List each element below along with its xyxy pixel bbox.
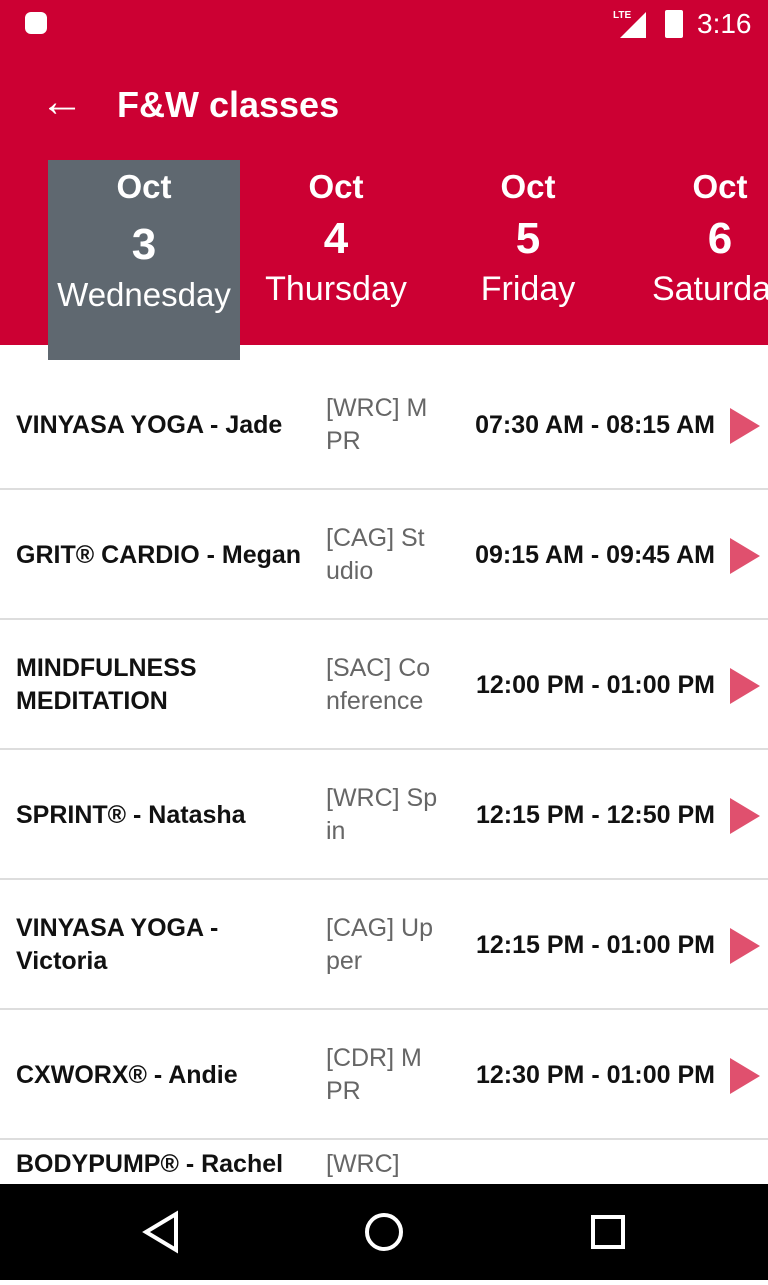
- tab-weekday: Friday: [480, 270, 576, 308]
- tab-weekday: Thursday: [265, 270, 407, 308]
- tab-weekday: Saturday: [651, 270, 768, 308]
- tab-day-oct-5[interactable]: Oct 5 Friday: [432, 160, 624, 345]
- play-arrow-icon[interactable]: [730, 798, 760, 834]
- clock: 3:16: [697, 8, 752, 39]
- play-arrow-icon[interactable]: [730, 408, 760, 444]
- battery-icon: [665, 10, 683, 38]
- tab-weekday: Wednesday: [57, 276, 231, 313]
- tab-month: Oct: [308, 168, 364, 205]
- back-icon[interactable]: [142, 1210, 178, 1254]
- class-time: 12:15 PM - 01:00 PM: [476, 930, 715, 959]
- home-icon[interactable]: [365, 1213, 403, 1251]
- back-arrow-icon[interactable]: ←: [40, 80, 84, 124]
- list-item[interactable]: BODYPUMP® - Rachel [WRC]: [0, 1140, 768, 1184]
- app-bar: ← F&W classes: [0, 50, 768, 160]
- tab-day-oct-6[interactable]: Oct 6 Saturday: [624, 160, 768, 345]
- signal-icon: [620, 12, 646, 38]
- play-arrow-icon[interactable]: [730, 668, 760, 704]
- tab-day-prev[interactable]: y: [0, 160, 48, 345]
- list-item[interactable]: CXWORX® - Andie [CDR] MPR 12:30 PM - 01:00…: [0, 1010, 768, 1140]
- class-location: [CAG] Studio: [326, 524, 425, 585]
- class-name: BODYPUMP® - Rachel: [16, 1150, 284, 1178]
- class-name: SPRINT® - Natasha: [16, 800, 246, 829]
- class-name: VINYASA YOGA - Jade: [16, 410, 283, 439]
- tab-month: Oct: [116, 168, 172, 205]
- class-time: 12:00 PM - 01:00 PM: [476, 670, 715, 699]
- class-list[interactable]: VINYASA YOGA - Jade [WRC] MPR 07:30 AM - 0…: [0, 360, 768, 1184]
- play-arrow-icon[interactable]: [730, 928, 760, 964]
- status-bar: LTE 3:16: [0, 0, 768, 50]
- class-location: [WRC] Spin: [326, 784, 438, 845]
- class-name: VINYASA YOGA - Victoria: [16, 914, 219, 975]
- list-item[interactable]: VINYASA YOGA - Victoria [CAG] Upper 12:15 …: [0, 880, 768, 1010]
- class-location: [CDR] MPR: [326, 1044, 422, 1105]
- list-item[interactable]: MINDFULNESS MEDITATION [SAC] Conference 12…: [0, 620, 768, 750]
- page-title: F&W classes: [117, 84, 340, 125]
- tab-day-oct-4[interactable]: Oct 4 Thursday: [240, 160, 432, 345]
- nav-buttons: [142, 1210, 625, 1254]
- selected-tab-indicator: [48, 345, 240, 360]
- tab-date: 4: [323, 214, 349, 263]
- tab-date: 3: [131, 220, 157, 269]
- class-name: GRIT® CARDIO - Megan: [16, 540, 302, 569]
- android-icon: [25, 12, 47, 34]
- tab-date: 6: [707, 214, 733, 263]
- play-arrow-icon[interactable]: [730, 538, 760, 574]
- date-tabs: y Oct3Wednesday Oct4Thursday Oct5Friday …: [0, 160, 768, 345]
- list-item[interactable]: SPRINT® - Natasha [WRC] Spin 12:15 PM - 12…: [0, 750, 768, 880]
- class-location: [CAG] Upper: [326, 914, 433, 975]
- list-item[interactable]: GRIT® CARDIO - Megan [CAG] Studio 09:15 AM…: [0, 490, 768, 620]
- class-time: 07:30 AM - 08:15 AM: [475, 410, 715, 439]
- tab-date: 5: [515, 214, 541, 263]
- class-location: [SAC] Conference: [326, 654, 431, 715]
- class-location: [WRC]: [326, 1150, 400, 1178]
- tab-day-oct-3[interactable]: Oct 3 Wednesday: [48, 160, 240, 345]
- class-name: CXWORX® - Andie: [16, 1060, 238, 1089]
- class-time: 12:15 PM - 12:50 PM: [476, 800, 715, 829]
- navigation-bar: [0, 1184, 768, 1280]
- tab-month: Oct: [692, 168, 748, 205]
- class-time: 09:15 AM - 09:45 AM: [475, 540, 715, 569]
- tab-month: [0, 168, 48, 208]
- tab-weekday: y: [0, 258, 48, 297]
- list-item[interactable]: VINYASA YOGA - Jade [WRC] MPR 07:30 AM - 0…: [0, 360, 768, 490]
- play-arrow-icon[interactable]: [730, 1058, 760, 1094]
- class-name: MINDFULNESS MEDITATION: [16, 654, 197, 715]
- tab-month: Oct: [500, 168, 556, 205]
- recents-icon[interactable]: [591, 1215, 625, 1249]
- class-time: 12:30 PM - 01:00 PM: [476, 1060, 715, 1089]
- class-location: [WRC] MPR: [326, 394, 428, 455]
